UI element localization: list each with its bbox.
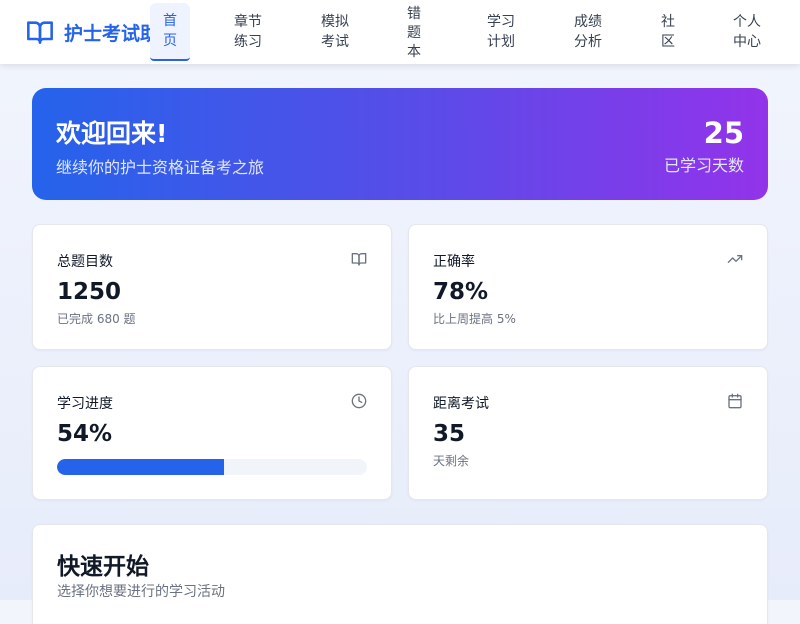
nav-home-label-2: 页 bbox=[163, 33, 177, 49]
study-days-label: 已学习天数 bbox=[663, 156, 744, 175]
study-days-value: 25 bbox=[703, 116, 744, 150]
nav-community-label-1: 社 bbox=[661, 14, 675, 30]
welcome-banner: 欢迎回来! 继续你的护士资格证备考之旅 25 已学习天数 bbox=[32, 88, 768, 200]
nav-score-analysis-label-1: 成绩 bbox=[574, 14, 602, 30]
nav-profile[interactable]: 个人 中心 bbox=[733, 3, 761, 61]
nav-wrong-questions-label-2: 题 bbox=[407, 24, 421, 41]
app-logo[interactable]: 护士考试助手 bbox=[24, 15, 154, 49]
nav-profile-label-2: 中心 bbox=[733, 34, 761, 50]
nav-study-plan[interactable]: 学习 计划 bbox=[487, 3, 515, 61]
nav-study-plan-label-1: 学习 bbox=[487, 14, 515, 30]
stat-card-total-questions[interactable]: 总题目数 1250 已完成 680 题 bbox=[32, 224, 392, 350]
clock-icon bbox=[351, 393, 367, 409]
stat-value: 1250 bbox=[57, 279, 122, 305]
stat-note: 比上周提高 5% bbox=[433, 312, 516, 326]
stat-card-study-progress[interactable]: 学习进度 54% bbox=[32, 366, 392, 500]
nav-mock-exam-label-2: 考试 bbox=[321, 34, 349, 50]
stat-value: 35 bbox=[433, 421, 466, 447]
welcome-title: 欢迎回来! bbox=[56, 119, 168, 148]
book-open-icon bbox=[27, 21, 53, 44]
nav-wrong-questions[interactable]: 错 题 本 bbox=[407, 2, 421, 64]
quick-start-section: 快速开始 选择你想要进行的学习活动 bbox=[32, 524, 768, 624]
nav-study-plan-label-2: 计划 bbox=[487, 34, 515, 50]
book-open-icon bbox=[351, 253, 367, 266]
nav-mock-exam-label-1: 模拟 bbox=[321, 14, 349, 30]
stat-label: 总题目数 bbox=[57, 254, 113, 270]
stat-note: 已完成 680 题 bbox=[57, 312, 136, 326]
nav-wrong-questions-label-3: 本 bbox=[407, 43, 421, 60]
nav-score-analysis[interactable]: 成绩 分析 bbox=[574, 3, 602, 61]
nav-community[interactable]: 社 区 bbox=[661, 3, 675, 61]
section-subtitle: 选择你想要进行的学习活动 bbox=[57, 584, 225, 600]
stat-value: 78% bbox=[433, 279, 489, 305]
nav-profile-label-1: 个人 bbox=[733, 14, 761, 30]
top-navbar: 护士考试助手 首 页 章节 练习 模拟 考试 错 题 本 学习 计划 成绩 分析… bbox=[0, 0, 800, 64]
section-title: 快速开始 bbox=[57, 554, 149, 580]
nav-community-label-2: 区 bbox=[661, 34, 675, 50]
nav-chapter-practice-label-2: 练习 bbox=[234, 34, 262, 50]
calendar-icon bbox=[728, 393, 742, 409]
nav-wrong-questions-label-1: 错 bbox=[407, 5, 421, 22]
progress-bar bbox=[57, 459, 367, 475]
stat-label: 距离考试 bbox=[433, 396, 489, 412]
stat-card-exam-countdown[interactable]: 距离考试 35 天剩余 bbox=[408, 366, 768, 500]
nav-chapter-practice-label-1: 章节 bbox=[234, 14, 262, 30]
stat-label: 正确率 bbox=[433, 254, 475, 270]
trending-up-icon bbox=[727, 255, 743, 263]
stat-note: 天剩余 bbox=[433, 454, 470, 468]
nav-home-label-1: 首 bbox=[163, 13, 177, 29]
progress-bar-fill bbox=[57, 459, 225, 475]
stat-value: 54% bbox=[57, 421, 113, 447]
welcome-subtitle: 继续你的护士资格证备考之旅 bbox=[56, 158, 265, 177]
stat-card-accuracy[interactable]: 正确率 78% 比上周提高 5% bbox=[408, 224, 768, 350]
nav-mock-exam[interactable]: 模拟 考试 bbox=[321, 3, 349, 61]
nav-score-analysis-label-2: 分析 bbox=[574, 34, 602, 50]
nav-chapter-practice[interactable]: 章节 练习 bbox=[234, 3, 262, 61]
stat-label: 学习进度 bbox=[57, 396, 113, 412]
nav-home[interactable]: 首 页 bbox=[150, 3, 190, 61]
app-title: 护士考试助手 bbox=[64, 22, 154, 45]
